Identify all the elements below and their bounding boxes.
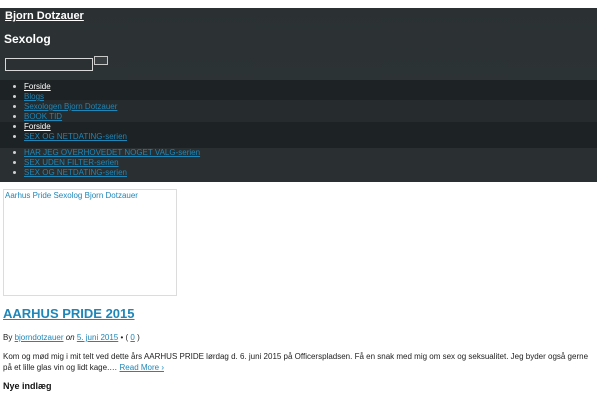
- post-title-link[interactable]: AARHUS PRIDE 2015: [3, 306, 135, 321]
- nav-link-netdating[interactable]: SEX OG NETDATING-serien: [24, 168, 127, 177]
- site-tagline: Sexolog: [4, 32, 51, 46]
- nav-link-forside-2[interactable]: Forside: [24, 122, 51, 131]
- meta-separator: • (: [120, 333, 129, 342]
- nav-item-uden-filter: SEX UDEN FILTER-serien: [0, 158, 200, 168]
- nav-item-valg: HAR JEG OVERHOVEDET NOGET VALG-serien: [0, 148, 200, 158]
- nav-link-sexologen[interactable]: Sexologen Bjorn Dotzauer: [24, 102, 117, 111]
- comments-link[interactable]: 0: [130, 333, 134, 342]
- nav-item-blogs: Blogs: [0, 92, 200, 102]
- nav-link-forside[interactable]: Forside: [24, 82, 51, 91]
- main-navigation: Forside Blogs Sexologen Bjorn Dotzauer B…: [0, 82, 200, 178]
- nav-link-uden-filter[interactable]: SEX UDEN FILTER-serien: [24, 158, 119, 167]
- date-link[interactable]: 5. juni 2015: [77, 333, 118, 342]
- nav-link-netdating-sub[interactable]: SEX OG NETDATING-serien: [24, 132, 127, 141]
- post-excerpt: Kom og mød mig i mit telt ved dette års …: [3, 351, 597, 373]
- nav-item-forside-2: Forside: [0, 122, 200, 132]
- post-meta: By bjorndotzauer on 5. juni 2015 • ( 0 ): [3, 333, 140, 342]
- site-title-link[interactable]: Bjorn Dotzauer: [5, 10, 84, 22]
- nav-link-blogs[interactable]: Blogs: [24, 92, 44, 101]
- nav-link-book-tid[interactable]: BOOK TID: [24, 112, 62, 121]
- search-input[interactable]: [5, 58, 93, 71]
- nav-link-valg[interactable]: HAR JEG OVERHOVEDET NOGET VALG-serien: [24, 148, 200, 157]
- post-thumbnail[interactable]: Aarhus Pride Sexolog Bjorn Dotzauer: [3, 189, 177, 296]
- nav-menu: Forside Blogs Sexologen Bjorn Dotzauer B…: [0, 82, 200, 142]
- thumbnail-alt-text: Aarhus Pride Sexolog Bjorn Dotzauer: [5, 191, 138, 200]
- nav-item-netdating: SEX OG NETDATING-serien: [0, 168, 200, 178]
- meta-on-label: on: [65, 333, 75, 342]
- nav-item-forside: Forside: [0, 82, 200, 92]
- author-link[interactable]: bjorndotzauer: [15, 333, 64, 342]
- read-more-link[interactable]: Read More ›: [120, 363, 164, 372]
- meta-by-label: By: [3, 333, 13, 342]
- search-button[interactable]: [94, 56, 108, 65]
- nav-item-book-tid: BOOK TID: [0, 112, 200, 122]
- nav-item-sexologen: Sexologen Bjorn Dotzauer: [0, 102, 200, 112]
- nav-submenu: HAR JEG OVERHOVEDET NOGET VALG-serien SE…: [0, 148, 200, 178]
- recent-posts-heading: Nye indlæg: [3, 381, 52, 391]
- excerpt-text: Kom og mød mig i mit telt ved dette års …: [3, 352, 589, 372]
- nav-item-netdating-sub: SEX OG NETDATING-serien: [0, 132, 200, 142]
- meta-close-paren: ): [137, 333, 140, 342]
- site-header: Bjorn Dotzauer Sexolog Forside Blogs Sex…: [0, 8, 597, 182]
